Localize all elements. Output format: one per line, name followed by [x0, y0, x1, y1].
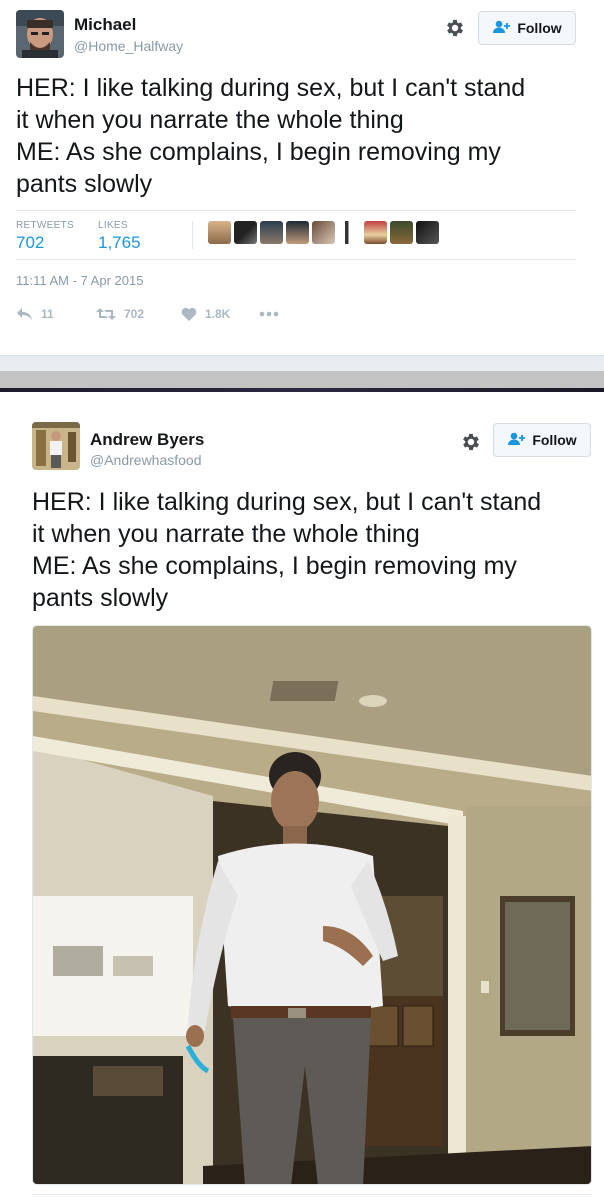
- likes-label: LIKES: [98, 220, 128, 231]
- likes-stat[interactable]: LIKES 1,765: [98, 220, 141, 253]
- heart-icon: [181, 307, 197, 321]
- retweets-stat[interactable]: RETWEETS 702: [16, 220, 74, 253]
- retweets-label: RETWEETS: [16, 220, 74, 231]
- tweet-text: HER: I like talking during sex, but I ca…: [16, 74, 526, 198]
- avatar[interactable]: [32, 422, 80, 470]
- tweet-card-michael: Michael @Home_Halfway Follow HER: I like…: [0, 0, 604, 355]
- retweet-icon: [96, 307, 116, 321]
- liker-avatar[interactable]: [416, 221, 439, 244]
- retweet-button[interactable]: 702: [96, 307, 181, 321]
- handle[interactable]: @Andrewhasfood: [90, 452, 202, 468]
- reply-count: 11: [41, 307, 54, 321]
- gear-icon[interactable]: [444, 17, 466, 39]
- display-name[interactable]: Andrew Byers: [90, 430, 204, 450]
- screenshot-seam: [0, 371, 604, 388]
- reply-button[interactable]: 11: [16, 307, 96, 321]
- handle[interactable]: @Home_Halfway: [74, 38, 183, 54]
- more-icon: [259, 311, 279, 317]
- follow-label: Follow: [532, 432, 577, 448]
- follow-button[interactable]: Follow: [493, 423, 591, 457]
- liker-avatar[interactable]: [208, 221, 231, 244]
- liker-avatar[interactable]: [390, 221, 413, 244]
- like-count: 1.8K: [205, 307, 231, 321]
- retweets-value: 702: [16, 233, 45, 252]
- liker-avatars: [192, 221, 439, 249]
- reply-icon: [16, 307, 33, 321]
- liker-avatar[interactable]: [286, 221, 309, 244]
- liker-avatar[interactable]: [312, 221, 335, 244]
- display-name[interactable]: Michael: [74, 15, 136, 35]
- timeline-divider: [0, 355, 604, 371]
- follow-button[interactable]: Follow: [478, 11, 576, 45]
- liker-avatar[interactable]: [234, 221, 257, 244]
- avatar[interactable]: [16, 10, 64, 58]
- tweet-stats: RETWEETS 702 LIKES 1,765: [16, 210, 576, 260]
- more-button[interactable]: [259, 311, 279, 317]
- tweet-timestamp[interactable]: 11:11 AM - 7 Apr 2015: [16, 273, 143, 288]
- liker-avatar[interactable]: [260, 221, 283, 244]
- tweet-bottom-border: [32, 1194, 592, 1195]
- gear-icon[interactable]: [460, 431, 482, 453]
- like-button[interactable]: 1.8K: [181, 307, 259, 321]
- retweet-count: 702: [124, 307, 145, 321]
- follow-person-icon: [492, 20, 512, 37]
- tweet-card-andrew: Andrew Byers @Andrewhasfood Follow HER: …: [0, 392, 604, 1197]
- follow-person-icon: [507, 432, 527, 449]
- tweet-photo[interactable]: [32, 625, 592, 1185]
- likes-value: 1,765: [98, 233, 141, 252]
- tweet-actions: 11 702 1.8K: [16, 304, 279, 324]
- liker-avatar[interactable]: [364, 221, 387, 244]
- follow-label: Follow: [517, 20, 562, 36]
- tweet-text: HER: I like talking during sex, but I ca…: [32, 488, 542, 612]
- liker-avatar[interactable]: [338, 221, 361, 244]
